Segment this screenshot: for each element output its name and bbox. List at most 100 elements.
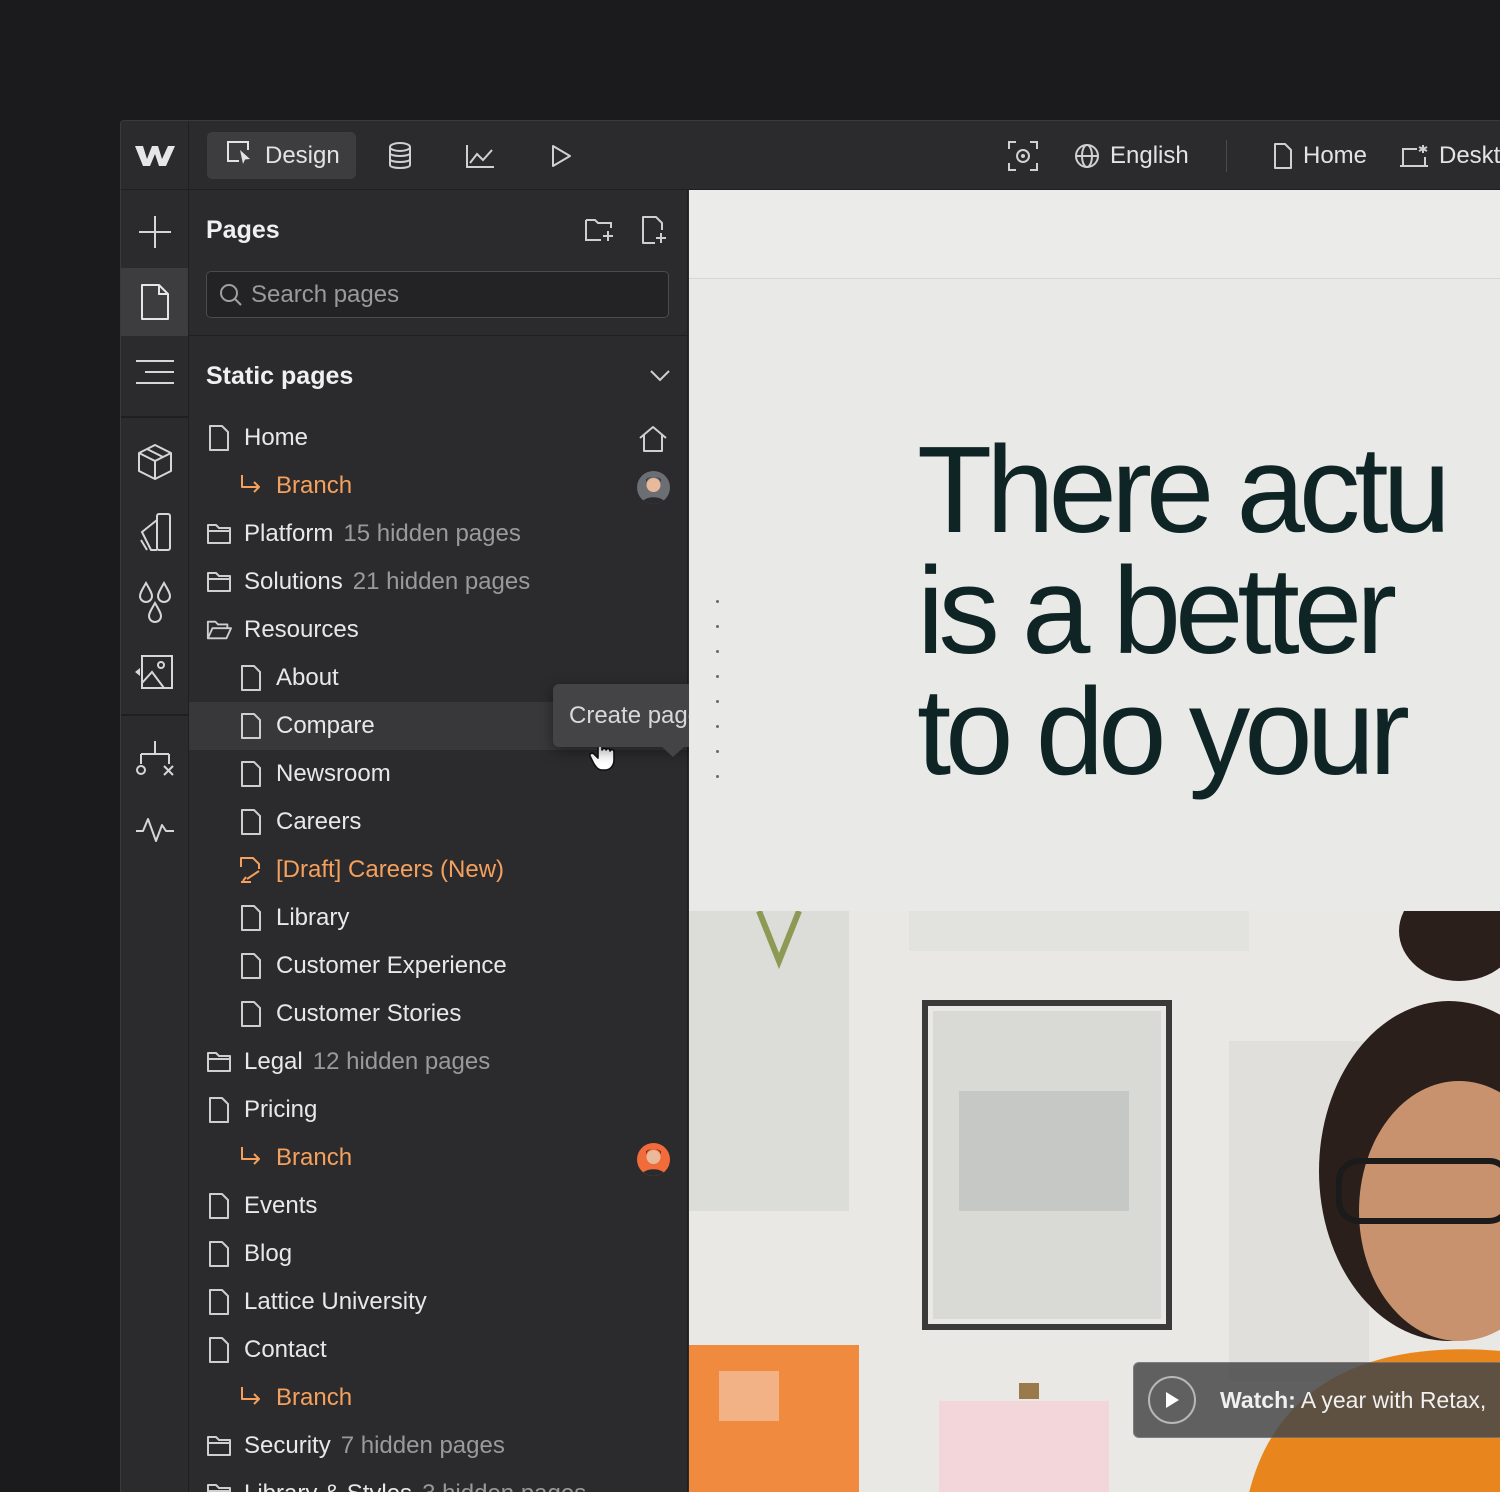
page-icon	[238, 664, 264, 692]
avatar[interactable]	[636, 470, 670, 504]
page-icon	[206, 1192, 232, 1220]
cms-database-icon[interactable]	[380, 136, 420, 176]
pages-panel-button[interactable]	[121, 268, 188, 336]
row-label: Home	[244, 424, 309, 451]
components-button[interactable]	[121, 428, 188, 496]
variables-button[interactable]	[121, 568, 188, 636]
avatar[interactable]	[636, 1142, 670, 1176]
desktop-breakpoint-icon	[1400, 145, 1428, 167]
search-pages-field[interactable]	[206, 271, 669, 318]
add-elements-button[interactable]	[121, 198, 188, 266]
folder-icon	[206, 1480, 232, 1492]
focus-screenshot-icon[interactable]	[1003, 136, 1043, 176]
hero-heading: There actu is a better to do your	[917, 422, 1451, 801]
hero-line: to do your	[917, 664, 1410, 801]
row-label: Branch	[276, 1144, 353, 1171]
folder-row[interactable]: Solutions 21 hidden pages	[189, 558, 687, 606]
branch-arrow-icon	[238, 472, 264, 500]
row-label: Solutions	[244, 568, 343, 595]
style-selectors-button[interactable]	[121, 498, 188, 566]
assets-button[interactable]	[121, 638, 188, 706]
drag-dot	[716, 650, 719, 653]
design-mode-button[interactable]: Design	[207, 132, 356, 179]
row-label: About	[276, 664, 339, 691]
row-label: Branch	[276, 472, 353, 499]
toolbar-divider	[1226, 140, 1227, 172]
row-label: Compare	[276, 712, 375, 739]
page-row[interactable]: Library	[189, 894, 687, 942]
page-row[interactable]: Lattice University	[189, 1278, 687, 1326]
page-row[interactable]: Careers	[189, 798, 687, 846]
folder-row[interactable]: Platform 15 hidden pages	[189, 510, 687, 558]
home-icon	[636, 422, 670, 456]
preview-play-icon[interactable]	[541, 136, 581, 176]
page-icon	[206, 1336, 232, 1364]
webflow-logo[interactable]	[121, 121, 189, 190]
analytics-chart-icon[interactable]	[460, 136, 500, 176]
watch-label: Watch: A year with Retax,	[1220, 1387, 1486, 1414]
static-pages-header[interactable]: Static pages	[206, 358, 671, 394]
draft-page-icon	[238, 856, 264, 884]
create-folder-button[interactable]	[581, 212, 617, 248]
row-label: Customer Experience	[276, 952, 507, 979]
page-row[interactable]: Events	[189, 1182, 687, 1230]
pulse-icon	[135, 818, 174, 842]
top-toolbar: Design English Home Deskt	[121, 121, 1500, 190]
drops-icon	[138, 581, 171, 623]
page-row[interactable]: Contact	[189, 1326, 687, 1374]
breakpoint-selector[interactable]: Deskt	[1399, 135, 1500, 177]
folder-row[interactable]: Security 7 hidden pages	[189, 1422, 687, 1470]
page-row[interactable]: Newsroom	[189, 750, 687, 798]
rail-divider	[121, 714, 188, 716]
page-row[interactable]: Home	[189, 414, 687, 462]
design-canvas[interactable]: There actu is a better to do your Watch:…	[689, 190, 1500, 1492]
page-icon	[1274, 143, 1292, 169]
page-icon	[238, 760, 264, 788]
page-row[interactable]: Blog	[189, 1230, 687, 1278]
image-icon	[134, 655, 173, 689]
breakpoint-label: Deskt	[1439, 142, 1500, 169]
page-row[interactable]: Customer Experience	[189, 942, 687, 990]
hidden-pages-count: 15 hidden pages	[343, 520, 521, 547]
locale-selector[interactable]: English	[1074, 135, 1189, 177]
drag-dot	[716, 600, 719, 603]
page-branch-row[interactable]: Branch	[189, 1134, 687, 1182]
folder-icon	[206, 1432, 232, 1460]
page-icon	[238, 1000, 264, 1028]
watch-video-button[interactable]: Watch: A year with Retax,	[1133, 1362, 1500, 1438]
page-selector[interactable]: Home	[1273, 135, 1367, 177]
page-row[interactable]: [Draft] Careers (New)	[189, 846, 687, 894]
page-branch-row[interactable]: Branch	[189, 1374, 687, 1422]
panel-title: Pages	[206, 216, 280, 244]
drag-dot	[716, 775, 719, 778]
folder-icon	[206, 568, 232, 596]
branch-arrow-icon	[238, 1144, 264, 1172]
audit-button[interactable]	[121, 796, 188, 864]
folder-plus-icon	[585, 219, 613, 241]
rail-divider	[121, 416, 188, 418]
row-label: Blog	[244, 1240, 293, 1267]
designer-window: Design English Home Deskt Pages Search p…	[120, 120, 1500, 1492]
page-row[interactable]: Pricing	[189, 1086, 687, 1134]
drag-dot	[716, 725, 719, 728]
page-branch-row[interactable]: Branch	[189, 462, 687, 510]
folder-row[interactable]: Legal 12 hidden pages	[189, 1038, 687, 1086]
navigator-button[interactable]	[121, 338, 188, 406]
site-navbar	[689, 190, 1500, 279]
folder-row[interactable]: Resources	[189, 606, 687, 654]
page-row[interactable]: Customer Stories	[189, 990, 687, 1038]
panel-divider	[189, 335, 687, 336]
hero-line: There actu	[917, 422, 1451, 559]
row-label: Library	[276, 904, 350, 931]
logic-button[interactable]	[121, 726, 188, 794]
swatch-icon	[139, 513, 171, 551]
row-label: Customer Stories	[276, 1000, 462, 1027]
design-mode-label: Design	[265, 141, 340, 169]
page-icon	[238, 712, 264, 740]
hidden-pages-count: 21 hidden pages	[352, 568, 531, 595]
row-label: Platform	[244, 520, 334, 547]
create-page-button[interactable]	[636, 212, 672, 248]
search-pages-input[interactable]	[251, 280, 651, 309]
folder-row[interactable]: Library & Styles 3 hidden pages	[189, 1470, 687, 1492]
page-icon	[206, 1288, 232, 1316]
